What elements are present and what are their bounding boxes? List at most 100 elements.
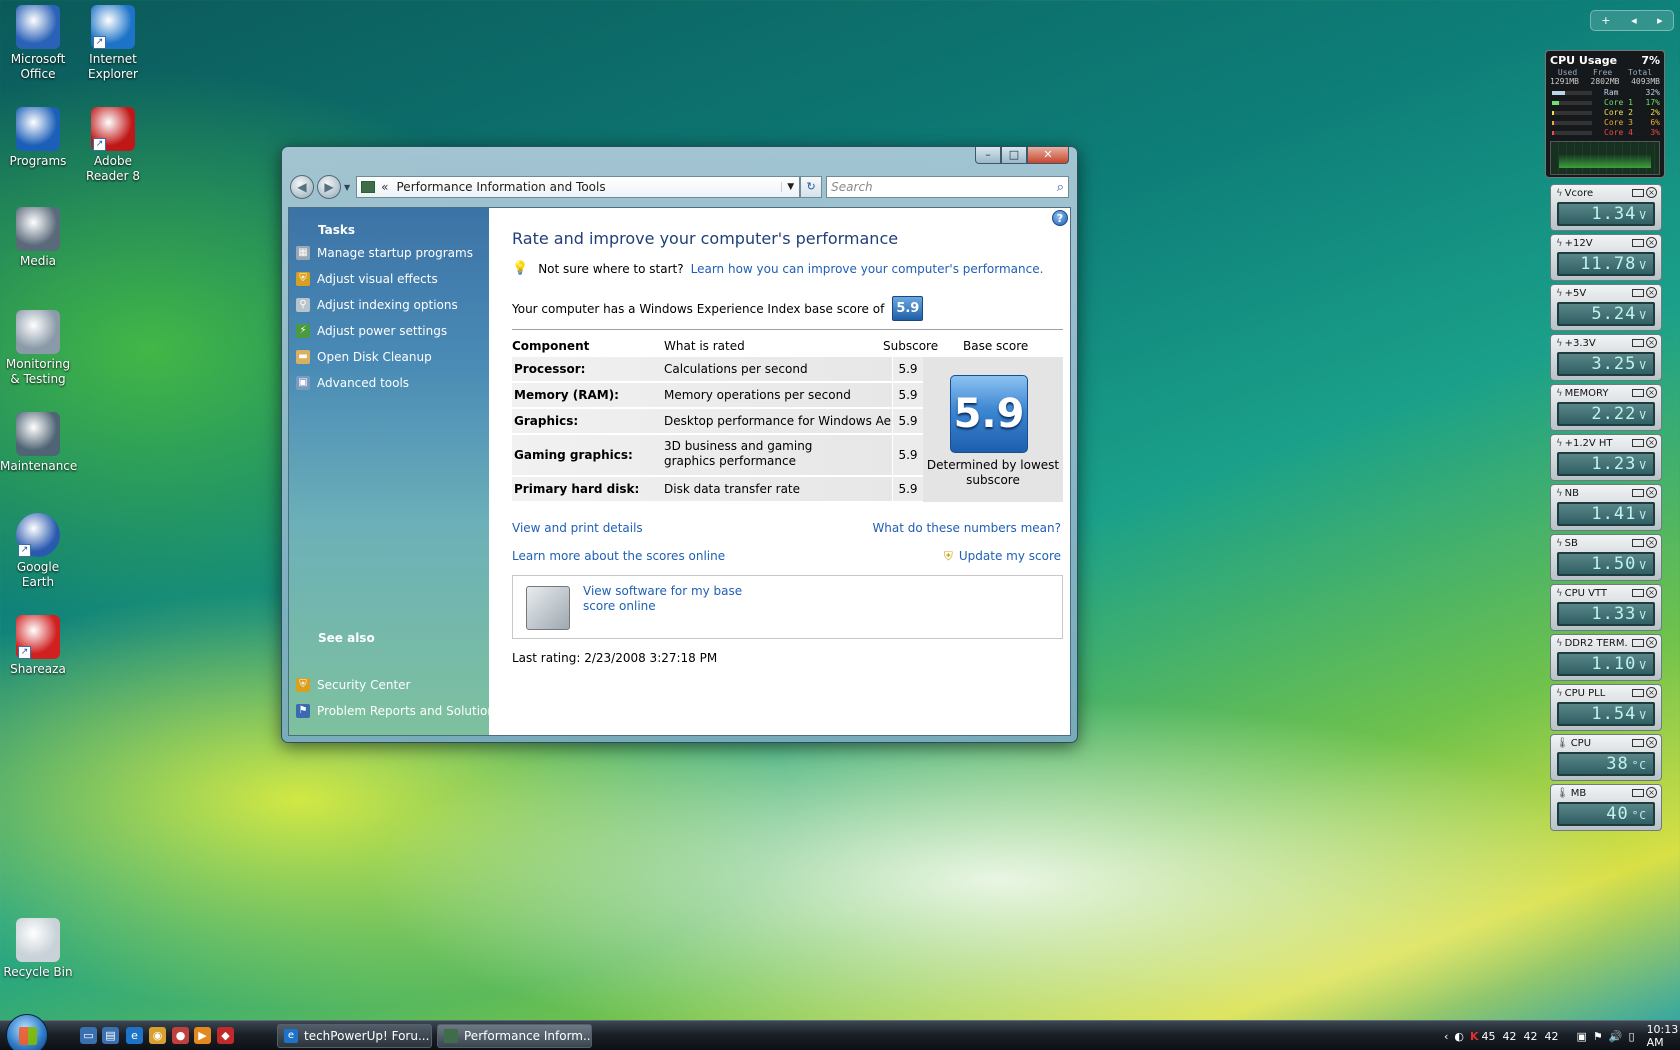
settings-icon[interactable] [1632,589,1644,597]
sensor-gadget[interactable]: ϟ +3.3V × 3.25 V [1550,334,1662,381]
sensor-gadget[interactable]: ϟ DDR2 TERM. × 1.10 V [1550,634,1662,681]
settings-icon[interactable] [1632,789,1644,797]
breadcrumb-current[interactable]: Performance Information and Tools [397,180,606,194]
desktop-icon[interactable]: Media [0,207,76,269]
settings-icon[interactable] [1632,539,1644,547]
sensor-gadget[interactable]: ϟ SB × 1.50 V [1550,534,1662,581]
desktop-icon[interactable]: Recycle Bin [0,918,76,980]
minimize-button[interactable]: – [975,147,1001,164]
search-input[interactable]: Search ⌕ [826,176,1069,198]
desktop-icon[interactable]: Maintenance [0,412,77,474]
close-icon[interactable]: × [1646,637,1657,648]
task-link[interactable]: ⚡ Adjust power settings [296,324,447,338]
back-button[interactable]: ◀ [290,175,314,199]
close-icon[interactable]: × [1646,187,1657,198]
see-also-link[interactable]: ⛨ Security Center [296,678,410,692]
settings-icon[interactable] [1632,289,1644,297]
close-icon[interactable]: × [1646,387,1657,398]
close-icon[interactable]: × [1646,487,1657,498]
search-icon[interactable]: ⌕ [1057,180,1064,195]
desktop-icon[interactable]: Programs [0,107,76,169]
sensor-gadget[interactable]: ϟ MEMORY × 2.22 V [1550,384,1662,431]
close-icon[interactable]: × [1646,737,1657,748]
task-link[interactable]: ⚲ Adjust indexing options [296,298,458,312]
cpu-usage-gadget[interactable]: CPU Usage 7% Used Free Total 1291MB 2802MB 40… [1545,50,1665,178]
task-link-label[interactable]: Advanced tools [317,376,409,390]
sensor-gadget[interactable]: ϟ CPU PLL × 1.54 V [1550,684,1662,731]
clock[interactable]: 10:13 AM [1647,1023,1680,1049]
close-icon[interactable]: × [1646,287,1657,298]
desktop-icon[interactable]: ↗ Shareaza [0,615,76,677]
sensor-gadget[interactable]: ϟ NB × 1.41 V [1550,484,1662,531]
task-link-label[interactable]: Open Disk Cleanup [317,350,432,364]
task-link[interactable]: ▬ Open Disk Cleanup [296,350,432,364]
learn-more-link[interactable]: Learn more about the scores online [512,549,725,563]
update-score-label[interactable]: Update my score [959,549,1061,563]
prev-arrow-icon[interactable]: ◂ [1631,14,1637,27]
settings-icon[interactable] [1632,689,1644,697]
what-numbers-mean-link[interactable]: What do these numbers mean? [872,521,1061,535]
start-button[interactable] [6,1014,48,1050]
breadcrumb-chevron[interactable]: « [381,180,388,194]
desktop-icon[interactable]: ↗ Google Earth [0,513,76,590]
recent-pages-dropdown[interactable]: ▼ [344,183,350,192]
task-link-label[interactable]: Adjust indexing options [317,298,458,312]
task-link[interactable]: ▦ Manage startup programs [296,246,473,260]
network-tray-icon[interactable]: ◐ [1454,1030,1464,1043]
close-icon[interactable]: × [1646,537,1657,548]
app-quicklaunch-icon[interactable]: ◉ [149,1027,166,1044]
desktop-icon[interactable]: Microsoft Office [0,5,76,82]
maximize-button[interactable]: □ [1001,147,1027,164]
refresh-button[interactable]: ↻ [800,176,823,198]
close-button[interactable]: ✕ [1027,147,1069,164]
settings-icon[interactable] [1632,239,1644,247]
task-link-label[interactable]: Adjust visual effects [317,272,438,286]
player-quicklaunch-icon[interactable]: ▶ [194,1027,211,1044]
see-also-link[interactable]: ⚑ Problem Reports and Solutions [296,704,501,718]
next-arrow-icon[interactable]: ▸ [1657,14,1663,27]
settings-icon[interactable] [1632,439,1644,447]
volume-tray-icon[interactable]: 🔊 [1609,1030,1623,1043]
monitor-tray-icon[interactable]: ▣ [1577,1030,1587,1043]
sidebar-controls[interactable]: + ◂ ▸ [1590,10,1674,31]
settings-icon[interactable] [1632,489,1644,497]
close-icon[interactable]: × [1646,337,1657,348]
sensor-gadget[interactable]: ϟ +1.2V HT × 1.23 V [1550,434,1662,481]
task-link-label[interactable]: Manage startup programs [317,246,473,260]
settings-icon[interactable] [1632,339,1644,347]
desktop-icon[interactable]: Monitoring & Testing [0,310,76,387]
forward-button[interactable]: ▶ [317,175,341,199]
close-icon[interactable]: × [1646,437,1657,448]
task-link-label[interactable]: Adjust power settings [317,324,447,338]
close-icon[interactable]: × [1646,587,1657,598]
task-link[interactable]: ▣ Advanced tools [296,376,409,390]
taskbar-button-performance[interactable]: Performance Inform... [437,1024,592,1048]
help-icon[interactable]: ? [1052,210,1068,226]
see-also-label[interactable]: Security Center [317,678,410,692]
media-quicklaunch-icon[interactable]: ● [172,1027,189,1044]
performance-window[interactable]: – □ ✕ ◀ ▶ ▼ « Performance Information an… [281,146,1078,743]
update-score-link[interactable]: ⛨ Update my score [944,549,1061,564]
desktop-icon[interactable]: ↗ Internet Explorer [75,5,151,82]
view-print-details-link[interactable]: View and print details [512,521,643,535]
settings-icon[interactable] [1632,189,1644,197]
power-tray-icon[interactable]: ▯ [1629,1030,1635,1043]
sensor-gadget[interactable]: ϟ CPU VTT × 1.33 V [1550,584,1662,631]
settings-icon[interactable] [1632,639,1644,647]
view-software-link[interactable]: View software for my base score online [583,584,773,614]
ie-quicklaunch-icon[interactable]: e [126,1027,143,1044]
taskbar-button-techpowerup[interactable]: e techPowerUp! Foru... [277,1024,432,1048]
settings-icon[interactable] [1632,739,1644,747]
flag-tray-icon[interactable]: ⚑ [1593,1030,1603,1043]
task-link[interactable]: ⛨ Adjust visual effects [296,272,438,286]
tray-expand-icon[interactable]: ‹ [1444,1030,1448,1043]
address-bar[interactable]: « Performance Information and Tools ▼ [356,176,801,198]
sensor-gadget[interactable]: ϟ +12V × 11.78 V [1550,234,1662,281]
close-icon[interactable]: × [1646,687,1657,698]
sensor-gadget[interactable]: ϟ +5V × 5.24 V [1550,284,1662,331]
address-dropdown-icon[interactable]: ▼ [781,182,799,192]
switch-windows-icon[interactable]: ▤ [102,1027,119,1044]
sensor-gadget[interactable]: 🌡 MB × 40 °C [1550,784,1662,831]
shareaza-quicklaunch-icon[interactable]: ◆ [217,1027,234,1044]
add-gadget-icon[interactable]: + [1601,14,1610,27]
